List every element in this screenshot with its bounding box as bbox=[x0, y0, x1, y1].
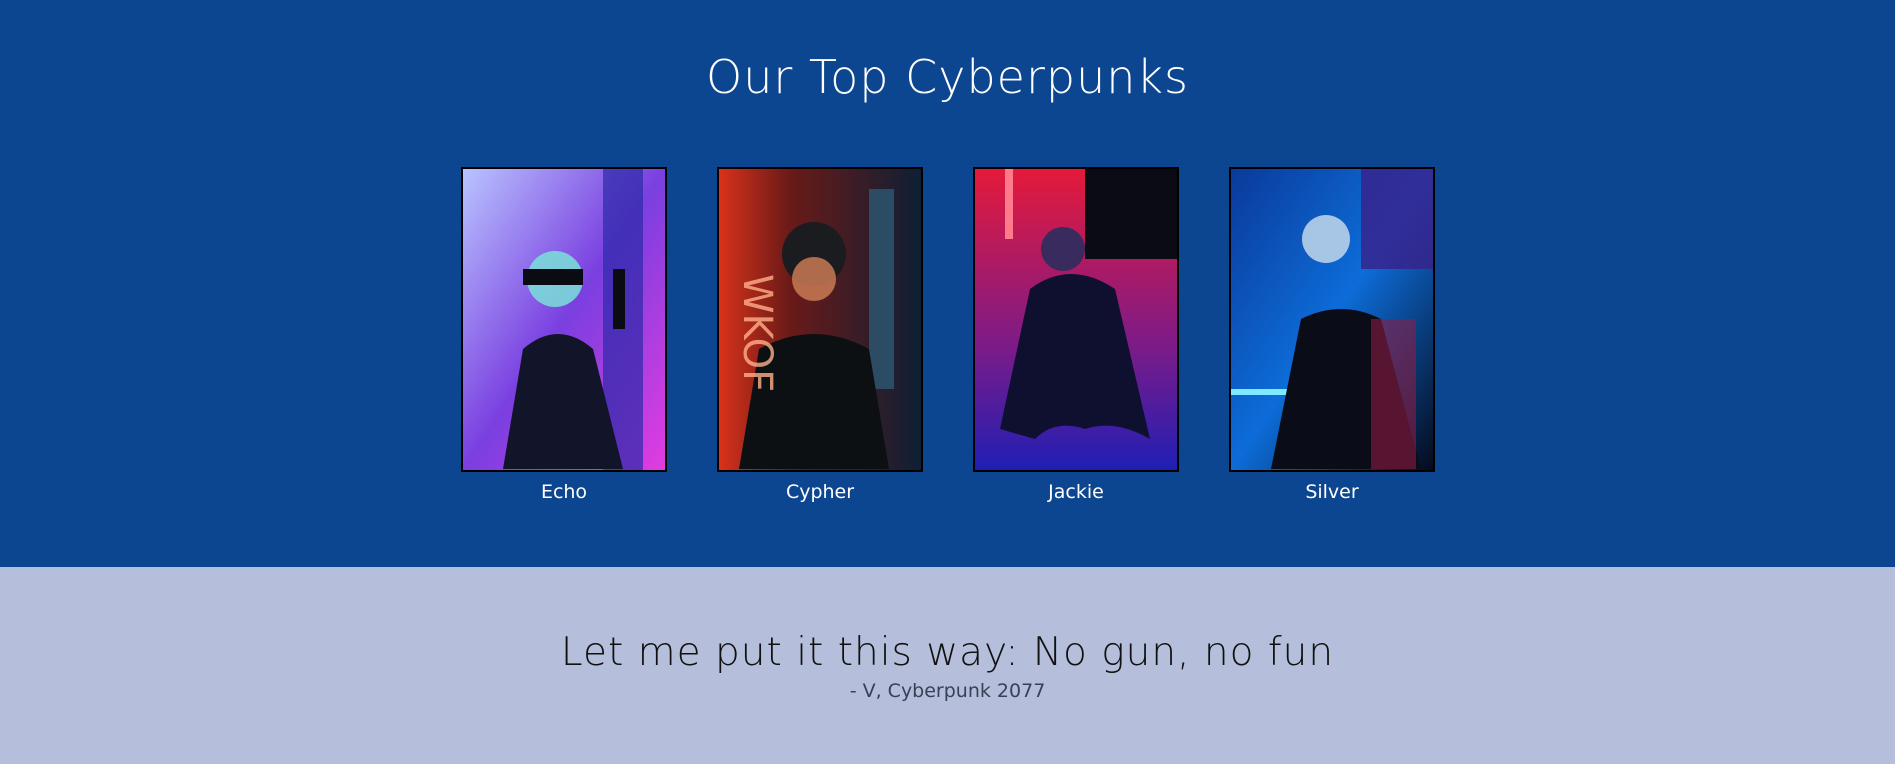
card-photo-jackie[interactable] bbox=[973, 167, 1179, 472]
card-photo-cypher[interactable]: WKOF bbox=[717, 167, 923, 472]
card-name: Jackie bbox=[1048, 481, 1104, 503]
card-photo-echo[interactable] bbox=[461, 167, 667, 472]
top-cyberpunks-section: Our Top Cyberpunks Echo WKOF Cypher Jack… bbox=[0, 0, 1895, 567]
card-echo[interactable]: Echo bbox=[461, 167, 667, 504]
jackie-photo-image bbox=[975, 169, 1177, 470]
silver-photo-image bbox=[1231, 169, 1433, 470]
quote-section: Let me put it this way: No gun, no fun -… bbox=[0, 567, 1895, 764]
card-name: Cypher bbox=[785, 481, 855, 503]
echo-photo-image bbox=[463, 169, 665, 470]
quote-source: - V, Cyberpunk 2077 bbox=[849, 680, 1046, 702]
quote-text: Let me put it this way: No gun, no fun bbox=[560, 630, 1335, 675]
svg-text:WKOF: WKOF bbox=[734, 274, 780, 392]
card-photo-silver[interactable] bbox=[1229, 167, 1435, 472]
cyberpunk-cards: Echo WKOF Cypher Jackie Silver bbox=[461, 167, 1435, 507]
card-name: Silver bbox=[1305, 481, 1359, 503]
card-silver[interactable]: Silver bbox=[1229, 167, 1435, 504]
cypher-photo-image: WKOF bbox=[719, 169, 921, 470]
card-cypher[interactable]: WKOF Cypher bbox=[717, 167, 923, 504]
section-title: Our Top Cyberpunks bbox=[705, 50, 1189, 104]
card-name: Echo bbox=[540, 481, 588, 503]
card-jackie[interactable]: Jackie bbox=[973, 167, 1179, 504]
